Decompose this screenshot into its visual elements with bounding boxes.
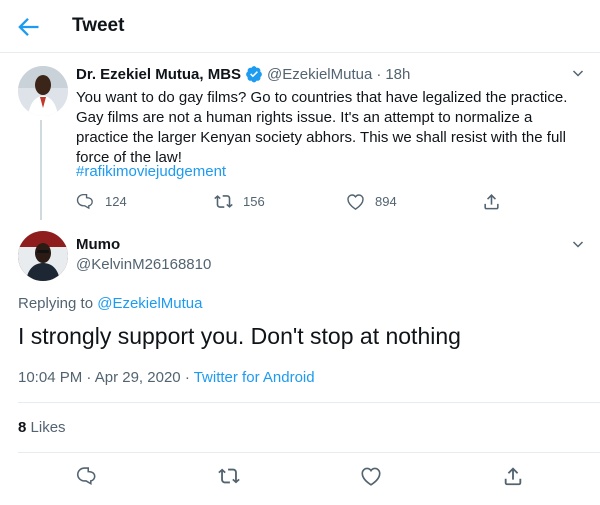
tweet-text: You want to do gay films? Go to countrie…: [76, 89, 568, 166]
reply-icon: [76, 467, 96, 485]
author-handle[interactable]: @EzekielMutua: [267, 66, 372, 83]
arrow-left-icon: [18, 18, 39, 36]
reply-button[interactable]: [76, 465, 102, 491]
thread-line: [40, 120, 42, 220]
verified-badge-icon: [246, 66, 262, 83]
share-icon: [504, 467, 522, 486]
separator-dot: ·: [86, 369, 92, 386]
like-count: 894: [375, 194, 397, 209]
tweet-meta: 10:04 PM · Apr 29, 2020 · Twitter for An…: [18, 369, 315, 386]
avatar[interactable]: [18, 231, 68, 281]
parent-tweet-header: Dr. Ezekiel Mutua, MBS @EzekielMutua · 1…: [76, 65, 410, 83]
tweet-date[interactable]: Apr 29, 2020: [95, 369, 181, 386]
retweet-count: 156: [243, 194, 265, 209]
share-button[interactable]: [502, 465, 528, 491]
retweet-icon: [218, 468, 240, 484]
reply-icon: [76, 193, 93, 210]
more-options-button[interactable]: [569, 236, 587, 254]
profile-photo: [18, 66, 68, 116]
reply-count: 124: [105, 194, 127, 209]
hashtag-link[interactable]: #rafikimoviejudgement: [76, 163, 226, 180]
divider: [18, 402, 600, 403]
tweet-time[interactable]: 18h: [385, 66, 410, 83]
heart-icon: [361, 467, 381, 486]
replying-to-label: Replying to: [18, 295, 94, 312]
retweet-button[interactable]: 156: [214, 192, 265, 211]
like-button[interactable]: 894: [346, 192, 397, 211]
tweet-text: I strongly support you. Don't stop at no…: [18, 323, 461, 349]
author-name[interactable]: Dr. Ezekiel Mutua, MBS: [76, 66, 241, 83]
author-name[interactable]: Mumo: [76, 236, 120, 253]
like-button[interactable]: [360, 465, 386, 491]
replying-to: Replying to @EzekielMutua: [18, 295, 203, 312]
share-button[interactable]: [482, 192, 501, 211]
author-handle[interactable]: @KelvinM26168810: [76, 256, 211, 273]
separator-dot: ·: [376, 65, 382, 83]
chevron-down-icon: [572, 70, 584, 77]
tweet-source-link[interactable]: Twitter for Android: [194, 369, 315, 386]
reply-button[interactable]: 124: [76, 192, 127, 211]
share-icon: [484, 194, 499, 210]
mention-link[interactable]: @EzekielMutua: [97, 295, 202, 312]
avatar[interactable]: [18, 66, 68, 116]
page-title: Tweet: [72, 15, 125, 36]
more-options-button[interactable]: [569, 65, 587, 83]
retweet-icon: [214, 195, 233, 208]
heart-icon: [347, 194, 364, 210]
separator-dot: ·: [184, 369, 190, 386]
tweet-time[interactable]: 10:04 PM: [18, 369, 82, 386]
divider: [18, 452, 600, 453]
likes-stat[interactable]: 8 Likes: [18, 419, 66, 436]
retweet-button[interactable]: [218, 465, 244, 491]
profile-photo: [18, 231, 68, 281]
likes-count: 8: [18, 419, 27, 436]
back-button[interactable]: [14, 13, 42, 41]
likes-label: Likes: [30, 419, 66, 436]
chevron-down-icon: [572, 241, 584, 248]
